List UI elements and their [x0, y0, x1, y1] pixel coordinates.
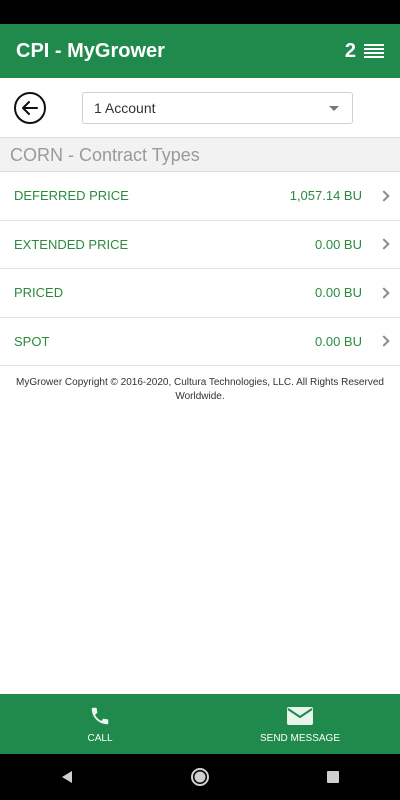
toolbar: 1 Account	[0, 78, 400, 138]
nav-home-button[interactable]	[180, 757, 220, 797]
contract-type-name: DEFERRED PRICE	[14, 188, 129, 204]
contract-type-value: 1,057.14 BU	[289, 188, 362, 204]
notification-count[interactable]: 2	[345, 40, 356, 63]
app-title: CPI - MyGrower	[16, 39, 165, 62]
envelope-icon	[287, 706, 313, 725]
send-message-button[interactable]: SEND MESSAGE	[200, 694, 400, 754]
status-bar	[0, 0, 400, 24]
list-item[interactable]: PRICED 0.00 BU	[0, 269, 400, 318]
contract-type-value: 0.00 BU	[315, 236, 362, 252]
back-button[interactable]	[14, 92, 46, 124]
contract-type-name: PRICED	[14, 285, 64, 301]
back-triangle-icon	[61, 771, 72, 783]
app-bar: CPI - MyGrower 2	[0, 24, 400, 78]
call-label: CALL	[87, 732, 113, 744]
chevron-right-icon	[378, 190, 390, 202]
chevron-right-icon	[378, 238, 390, 250]
call-button[interactable]: CALL	[0, 694, 200, 754]
list-item[interactable]: EXTENDED PRICE 0.00 BU	[0, 221, 400, 269]
send-message-label: SEND MESSAGE	[259, 732, 341, 744]
nav-back-button[interactable]	[47, 757, 87, 797]
account-select-value: 1 Account	[94, 100, 156, 116]
contract-type-value: 0.00 BU	[315, 333, 362, 349]
chevron-right-icon	[378, 287, 390, 299]
list-item[interactable]: DEFERRED PRICE 1,057.14 BU	[0, 172, 400, 221]
phone-icon	[91, 707, 109, 724]
copyright-text: MyGrower Copyright © 2016-2020, Cultura …	[16, 377, 384, 402]
chevron-down-icon	[329, 105, 339, 111]
contract-type-list: DEFERRED PRICE 1,057.14 BU EXTENDED PRIC…	[0, 172, 400, 366]
section-title: CORN - Contract Types	[0, 138, 400, 172]
contract-type-name: SPOT	[14, 333, 50, 349]
nav-recents-button[interactable]	[313, 757, 353, 797]
bottom-action-bar: CALL SEND MESSAGE	[0, 694, 400, 754]
home-circle-icon	[190, 768, 209, 786]
recents-square-icon	[327, 771, 340, 783]
contract-type-value: 0.00 BU	[315, 285, 362, 301]
system-navigation-bar	[0, 754, 400, 800]
contract-type-name: EXTENDED PRICE	[14, 236, 129, 252]
list-item[interactable]: SPOT 0.00 BU	[0, 318, 400, 366]
back-arrow-icon	[22, 101, 38, 115]
chevron-right-icon	[378, 335, 390, 347]
menu-icon[interactable]	[364, 44, 384, 58]
account-select[interactable]: 1 Account	[82, 92, 353, 124]
